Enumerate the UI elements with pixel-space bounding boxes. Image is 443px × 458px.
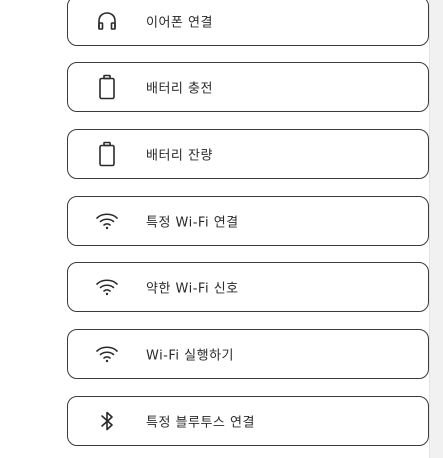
scrollbar[interactable] [429,0,443,458]
wifi-icon [94,341,120,367]
list-item-specific-wifi-connect[interactable]: 특정 Wi-Fi 연결 [67,196,429,246]
list-item-label: 특정 Wi-Fi 연결 [146,215,239,231]
list-item-label: 배터리 잔량 [146,148,213,164]
headphones-icon [94,8,120,34]
list-item-label: Wi-Fi 실행하기 [146,348,234,364]
list-item-specific-bluetooth-connect[interactable]: 특정 블루투스 연결 [67,396,429,446]
list-item-label: 배터리 충전 [146,81,213,97]
list-item-earphone-connect[interactable]: 이어폰 연결 [67,0,429,46]
list-item-battery-level[interactable]: 배터리 잔량 [67,129,429,179]
list-item-label: 이어폰 연결 [146,15,213,31]
list-item-battery-charging[interactable]: 배터리 충전 [67,62,429,112]
list-item-label: 특정 블루투스 연결 [146,415,255,431]
list-item-wifi-run[interactable]: Wi-Fi 실행하기 [67,329,429,379]
wifi-icon [94,208,120,234]
list-item-label: 약한 Wi-Fi 신호 [146,281,239,297]
battery-icon [94,141,120,167]
list-item-weak-wifi-signal[interactable]: 약한 Wi-Fi 신호 [67,262,429,312]
wifi-icon [94,274,120,300]
battery-icon [94,74,120,100]
bluetooth-icon [94,408,120,434]
trigger-list: 이어폰 연결 배터리 충전 배터리 잔량 특정 Wi-Fi 연결 약한 Wi-F… [0,0,443,458]
